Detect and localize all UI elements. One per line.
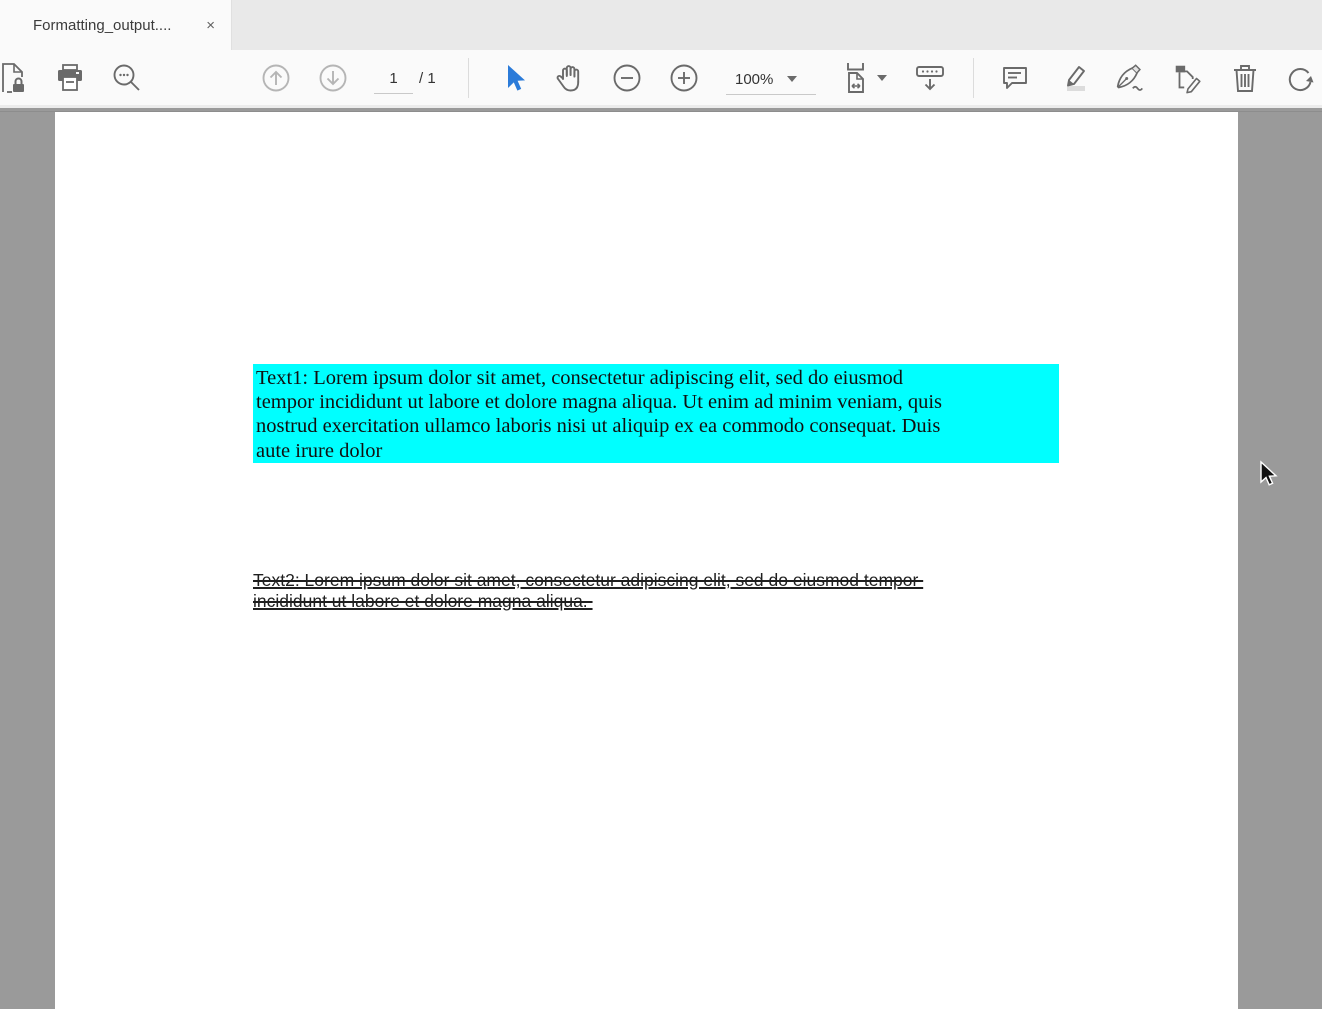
plus-circle-icon xyxy=(667,61,701,95)
strikethrough-text-annotation[interactable]: Text2: Lorem ipsum dolor sit amet, conse… xyxy=(253,570,923,612)
tab-close-icon[interactable]: × xyxy=(202,16,219,35)
previous-page-button[interactable] xyxy=(259,61,293,95)
pdf-viewer-window: Formatting_output.... × xyxy=(0,0,1322,1009)
toolbar: / 1 xyxy=(0,50,1322,108)
select-tool-button[interactable] xyxy=(497,61,531,95)
fit-width-icon xyxy=(843,61,889,95)
page-scrolling-icon xyxy=(913,61,947,95)
text-line: Text1: Lorem ipsum dolor sit amet, conse… xyxy=(256,366,1059,390)
delete-button[interactable] xyxy=(1228,61,1262,95)
highlighter-icon xyxy=(1056,61,1090,95)
scroll-mode-button[interactable] xyxy=(913,61,947,95)
protect-document-button[interactable] xyxy=(0,61,30,95)
page-number-field xyxy=(374,64,413,94)
minus-circle-icon xyxy=(610,61,644,95)
pdf-page[interactable]: Text1: Lorem ipsum dolor sit amet, conse… xyxy=(55,112,1238,1009)
toolbar-divider xyxy=(468,58,469,98)
document-lock-icon xyxy=(0,62,29,94)
search-button[interactable] xyxy=(110,61,144,95)
text-line: Text2: Lorem ipsum dolor sit amet, conse… xyxy=(253,570,923,591)
search-icon xyxy=(110,61,144,95)
print-button[interactable] xyxy=(53,61,87,95)
next-page-button[interactable] xyxy=(316,61,350,95)
arrow-up-circle-icon xyxy=(260,62,292,94)
toolbar-divider xyxy=(973,58,974,98)
hand-tool-button[interactable] xyxy=(553,61,587,95)
document-tab[interactable]: Formatting_output.... × xyxy=(0,0,232,50)
printer-icon xyxy=(54,62,86,94)
trash-icon xyxy=(1228,61,1262,95)
document-scroll-area[interactable]: Text1: Lorem ipsum dolor sit amet, conse… xyxy=(0,111,1322,1009)
edit-page-icon xyxy=(1171,61,1205,95)
comment-icon xyxy=(998,61,1032,95)
page-count-label: / 1 xyxy=(419,70,436,87)
zoom-out-button[interactable] xyxy=(610,61,644,95)
zoom-level-value: 100% xyxy=(735,71,773,88)
mouse-cursor xyxy=(1258,460,1278,488)
document-tab-title: Formatting_output.... xyxy=(33,17,171,34)
text-line: nostrud exercitation ullamco laboris nis… xyxy=(256,414,1059,438)
highlighted-text-annotation[interactable]: Text1: Lorem ipsum dolor sit amet, conse… xyxy=(253,364,1059,463)
text-line: aute irure dolor xyxy=(256,439,1059,463)
rotate-icon xyxy=(1284,61,1318,95)
arrow-down-circle-icon xyxy=(317,62,349,94)
comment-button[interactable] xyxy=(998,61,1032,95)
fill-sign-pen-icon xyxy=(1113,61,1147,95)
text-line: incididunt ut labore et dolore magna ali… xyxy=(253,591,923,612)
page-number-input[interactable] xyxy=(374,64,413,93)
zoom-in-button[interactable] xyxy=(667,61,701,95)
fill-and-sign-button[interactable] xyxy=(1113,61,1147,95)
chevron-down-icon xyxy=(787,76,797,82)
rotate-button[interactable] xyxy=(1284,61,1318,95)
zoom-level-dropdown[interactable]: 100% xyxy=(726,64,816,95)
fit-width-button[interactable] xyxy=(843,61,889,95)
text-line: tempor incididunt ut labore et dolore ma… xyxy=(256,390,1059,414)
tab-bar: Formatting_output.... × xyxy=(0,0,1322,50)
select-cursor-icon xyxy=(499,62,529,94)
highlight-button[interactable] xyxy=(1056,61,1090,95)
hand-icon xyxy=(553,61,587,95)
edit-button[interactable] xyxy=(1171,61,1205,95)
